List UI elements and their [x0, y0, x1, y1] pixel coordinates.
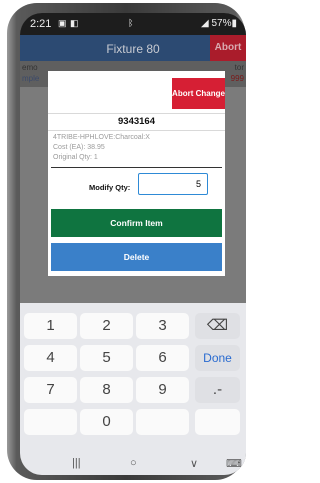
numeric-keypad: 1 2 3 ⌫ 4 5 6 Done 7 8 9 .- 0 [20, 303, 246, 453]
subbar-left-bottom: mple [22, 74, 40, 83]
divider [51, 167, 222, 168]
phone-frame: 2:21 ▣ ◧ ᛒ ◢ 57%▮ Fixture 80 Abort emo m… [7, 3, 246, 480]
subbar-left-top: emo [22, 63, 38, 72]
delete-button[interactable]: Delete [51, 243, 222, 271]
abort-header-button[interactable]: Abort [210, 35, 246, 61]
signal-icon: ◢ [200, 18, 209, 29]
subbar-right-bottom: 999 [230, 74, 244, 83]
modify-item-dialog: Abort Change 9343164 4TRIBE-HPHLOVE:Char… [48, 71, 225, 276]
photo-icon: ▣ [58, 18, 67, 28]
keyboard-icon[interactable]: ⌨ [226, 457, 242, 470]
key-1[interactable]: 1 [24, 313, 77, 339]
empty-key-right [136, 409, 189, 435]
status-time: 2:21 [30, 18, 52, 30]
key-5[interactable]: 5 [80, 345, 133, 371]
app-icon: ◧ [70, 18, 79, 28]
battery-icon: ▮ [231, 18, 237, 29]
key-3[interactable]: 3 [136, 313, 189, 339]
modify-qty-label: Modify Qty: [89, 183, 131, 192]
key-2[interactable]: 2 [80, 313, 133, 339]
key-7[interactable]: 7 [24, 377, 77, 403]
phone-screen: 2:21 ▣ ◧ ᛒ ◢ 57%▮ Fixture 80 Abort emo m… [20, 13, 246, 475]
key-0[interactable]: 0 [80, 409, 133, 435]
status-bar: 2:21 ▣ ◧ ᛒ ◢ 57%▮ [20, 13, 246, 35]
bluetooth-icon: ᛒ [128, 18, 134, 28]
key-8[interactable]: 8 [80, 377, 133, 403]
key-6[interactable]: 6 [136, 345, 189, 371]
confirm-item-button[interactable]: Confirm Item [51, 209, 222, 237]
status-right: ◢ 57%▮ [201, 18, 237, 29]
backspace-key[interactable]: ⌫ [195, 313, 240, 339]
item-description: 4TRIBE-HPHLOVE:Charcoal:X [53, 134, 150, 141]
app-header: Fixture 80 Abort [20, 35, 246, 61]
modify-qty-input[interactable] [138, 173, 208, 195]
key-9[interactable]: 9 [136, 377, 189, 403]
battery-level: 57% [211, 18, 232, 29]
item-original-qty: Original Qty: 1 [53, 154, 98, 161]
back-icon[interactable]: ∨ [190, 457, 198, 470]
empty-key-left [24, 409, 77, 435]
backspace-icon: ⌫ [206, 317, 229, 334]
recent-apps-icon[interactable]: ||| [72, 457, 81, 469]
home-icon[interactable]: ○ [130, 457, 137, 469]
done-key[interactable]: Done [195, 345, 240, 371]
key-4[interactable]: 4 [24, 345, 77, 371]
item-cost: Cost (EA): 38.95 [53, 144, 105, 151]
abort-change-button[interactable]: Abort Change [172, 78, 225, 109]
empty-key-side [195, 409, 240, 435]
item-info: 4TRIBE-HPHLOVE:Charcoal:X Cost (EA): 38.… [53, 133, 150, 163]
item-sku: 9343164 [48, 113, 225, 131]
system-nav-bar: ||| ○ ∨ ⌨ [20, 453, 246, 475]
punctuation-key[interactable]: .- [195, 377, 240, 403]
subbar-right-top: tor [234, 63, 244, 72]
